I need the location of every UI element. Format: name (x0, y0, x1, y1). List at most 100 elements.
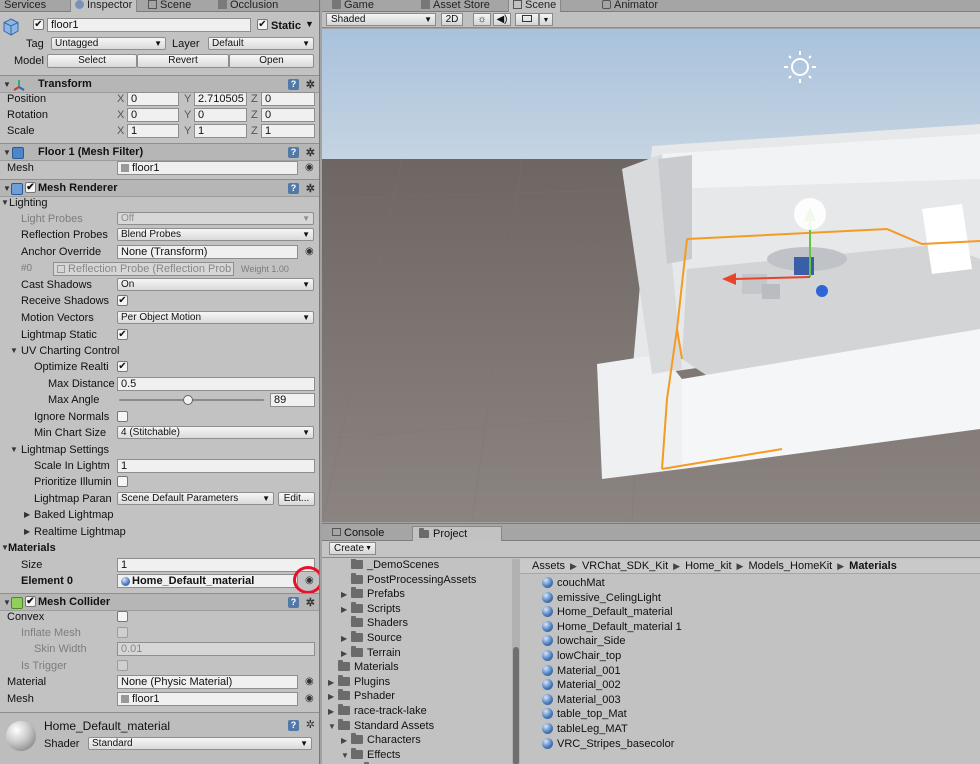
scene-effects-dropdown[interactable]: ▼ (539, 13, 553, 26)
folder-tree-item[interactable]: Shaders (341, 616, 408, 630)
help-icon[interactable]: ? (288, 183, 299, 194)
breadcrumb-item[interactable]: Assets (532, 560, 565, 572)
position-x-field[interactable]: 0 (127, 92, 179, 106)
folder-tree-item[interactable]: ▶ Plugins (328, 674, 390, 689)
mesh-renderer-enabled-checkbox[interactable]: ✔ (25, 182, 36, 193)
object-picker-icon[interactable]: ◉ (305, 691, 314, 707)
scene-canvas[interactable] (322, 29, 980, 522)
element0-field[interactable]: Home_Default_material (117, 574, 298, 588)
collider-mesh-field[interactable]: floor1 (117, 692, 298, 706)
uv-charting-row[interactable]: ▼ UV Charting Control (0, 343, 318, 359)
folder-tree-item[interactable]: ▶ Source (341, 631, 402, 645)
rotation-y-field[interactable]: 0 (194, 108, 247, 122)
fold-right-icon[interactable]: ▶ (24, 524, 30, 540)
folder-tree-item[interactable]: Materials (328, 660, 399, 674)
min-chart-size-dropdown[interactable]: 4 (Stitchable) ▼ (117, 426, 314, 439)
folder-tree-item[interactable]: ▼ Effects (341, 747, 400, 763)
list-item[interactable]: Home_Default_material 1 (542, 620, 682, 634)
fold-down-icon[interactable]: ▼ (341, 749, 351, 763)
folder-tree-item[interactable]: ▶ race-track-lake (328, 704, 427, 718)
static-checkbox[interactable]: ✔ (257, 19, 268, 30)
folder-tree-item[interactable]: PostProcessingAssets (341, 572, 476, 587)
scene-lighting-button[interactable]: ☼ (473, 13, 491, 26)
fold-right-icon[interactable]: ▶ (341, 734, 351, 748)
tab-scene-left[interactable]: Scene (144, 0, 195, 12)
max-angle-slider-handle[interactable] (183, 395, 193, 405)
list-item[interactable]: lowchair_Side (542, 634, 625, 648)
position-z-field[interactable]: 0 (261, 92, 315, 106)
materials-row[interactable]: ▼ Materials (0, 540, 318, 556)
tab-services[interactable]: Services (0, 0, 50, 12)
scale-y-field[interactable]: 1 (194, 124, 247, 138)
list-item[interactable]: Material_002 (542, 678, 621, 692)
object-name-field[interactable]: floor1 (47, 18, 251, 32)
model-open-button[interactable]: Open (229, 54, 314, 68)
rotation-z-field[interactable]: 0 (261, 108, 315, 122)
ignore-normals-checkbox[interactable] (117, 411, 128, 422)
folder-tree-scrollbar-thumb[interactable] (513, 647, 519, 764)
fold-right-icon[interactable]: ▶ (24, 507, 30, 523)
list-item[interactable]: Home_Default_material (542, 605, 673, 619)
materials-size-field[interactable]: 1 (117, 558, 315, 572)
optimize-checkbox[interactable]: ✔ (117, 361, 128, 372)
cast-shadows-dropdown[interactable]: On ▼ (117, 278, 314, 291)
tab-console[interactable]: Console (326, 526, 390, 541)
fold-right-icon[interactable]: ▶ (328, 705, 338, 719)
help-icon[interactable]: ? (288, 147, 299, 158)
scene-audio-button[interactable]: ◀) (493, 13, 511, 26)
tab-game[interactable]: Game (328, 0, 378, 12)
mesh-collider-enabled-checkbox[interactable]: ✔ (25, 596, 36, 607)
convex-checkbox[interactable] (117, 611, 128, 622)
list-item[interactable]: VRC_Stripes_basecolor (542, 737, 674, 751)
list-item[interactable]: Material_003 (542, 693, 621, 707)
object-picker-icon[interactable]: ◉ (305, 244, 314, 260)
motion-vectors-dropdown[interactable]: Per Object Motion ▼ (117, 311, 314, 324)
tab-project[interactable]: Project (412, 526, 502, 541)
shader-dropdown[interactable]: Standard ▼ (88, 737, 312, 750)
breadcrumb-item[interactable]: VRChat_SDK_Kit (582, 560, 668, 572)
lightmap-settings-row[interactable]: ▼ Lightmap Settings (0, 442, 318, 458)
lighting-row[interactable]: ▼ Lighting (0, 195, 318, 211)
help-icon[interactable]: ? (288, 79, 299, 90)
fold-down-icon[interactable]: ▼ (10, 442, 18, 458)
max-distance-field[interactable]: 0.5 (117, 377, 315, 391)
fold-right-icon[interactable]: ▶ (341, 647, 351, 661)
create-dropdown[interactable]: Create ▼ (329, 542, 376, 555)
list-item[interactable]: lowChair_top (542, 649, 621, 663)
model-select-button[interactable]: Select (47, 54, 137, 68)
list-item[interactable]: table_top_Mat (542, 707, 627, 721)
list-item[interactable]: Material_001 (542, 664, 621, 678)
mesh-field[interactable]: floor1 (117, 161, 298, 175)
toggle-2d-button[interactable]: 2D (441, 13, 463, 26)
folder-tree-scrollbar[interactable] (512, 559, 520, 764)
scale-in-lightmap-field[interactable]: 1 (117, 459, 315, 473)
reflection-probes-dropdown[interactable]: Blend Probes ▼ (117, 228, 314, 241)
active-checkbox[interactable]: ✔ (33, 19, 44, 30)
tab-asset-store[interactable]: Asset Store (417, 0, 494, 12)
folder-tree-item[interactable]: ▶ Pshader (328, 689, 395, 703)
tab-inspector[interactable]: Inspector (70, 0, 138, 12)
folder-tree-item[interactable]: ▶ Scripts (341, 601, 401, 617)
fold-down-icon[interactable]: ▼ (10, 343, 18, 359)
fold-right-icon[interactable]: ▶ (328, 690, 338, 704)
tab-occlusion[interactable]: Occlusion (214, 0, 282, 12)
lightmap-static-checkbox[interactable]: ✔ (117, 329, 128, 340)
tab-animator[interactable]: Animator (598, 0, 662, 12)
model-revert-button[interactable]: Revert (137, 54, 229, 68)
shading-mode-dropdown[interactable]: Shaded ▼ (326, 13, 436, 26)
folder-tree-item[interactable]: _DemoScenes (341, 559, 439, 572)
fold-right-icon[interactable]: ▶ (341, 603, 351, 617)
breadcrumb-item[interactable]: Materials (849, 560, 897, 572)
position-y-field[interactable]: 2.710505 (194, 92, 247, 106)
folder-tree-item[interactable]: ▼ Standard Assets (328, 718, 434, 733)
tab-scene[interactable]: Scene (508, 0, 562, 12)
lightmap-params-edit-button[interactable]: Edit... (278, 492, 315, 506)
layer-dropdown[interactable]: Default ▼ (208, 37, 314, 50)
object-picker-icon[interactable]: ◉ (305, 674, 314, 690)
folder-tree-item[interactable]: ▶ Terrain (341, 645, 401, 661)
breadcrumb-item[interactable]: Home_kit (685, 560, 731, 572)
collider-material-field[interactable]: None (Physic Material) (117, 675, 298, 689)
receive-shadows-checkbox[interactable]: ✔ (117, 295, 128, 306)
help-icon[interactable]: ? (288, 720, 299, 731)
anchor-override-field[interactable]: None (Transform) (117, 245, 298, 259)
